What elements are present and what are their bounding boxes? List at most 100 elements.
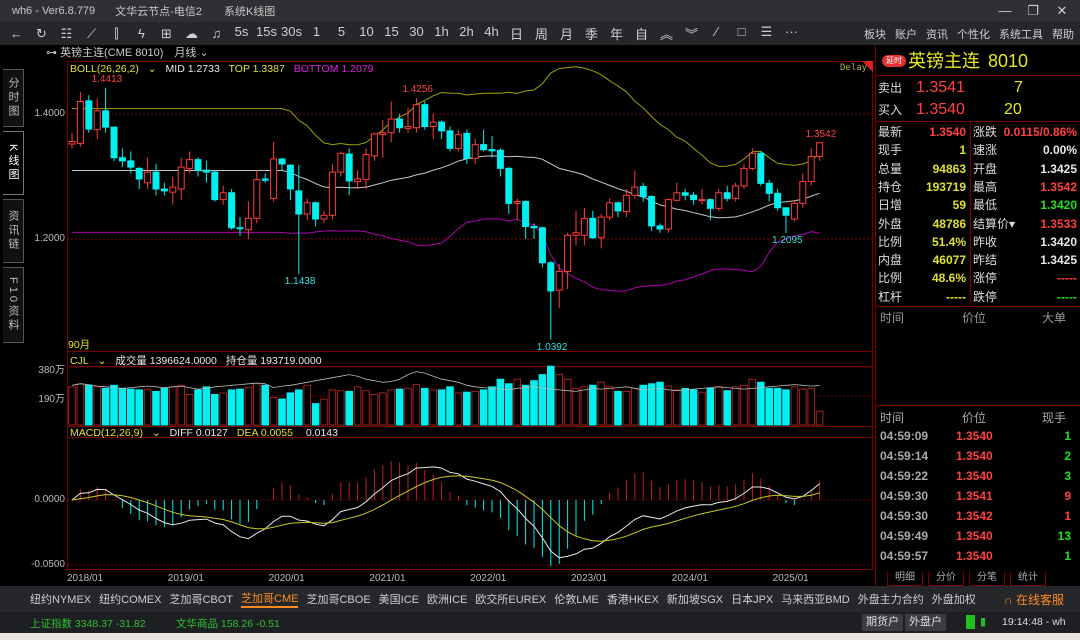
tab-timeshare[interactable]: 分时图 [3,69,24,127]
period-14[interactable]: 季 [579,24,604,43]
exchange-tab[interactable]: 马来西亚BMD [781,591,849,607]
stat-label: 昨结 [973,253,998,268]
volume-bar [538,374,547,426]
double-down-icon[interactable]: ︾ [679,24,704,43]
restore-button[interactable]: ❐ [1018,0,1048,22]
stat-value: ----- [1057,271,1077,286]
menu-item[interactable]: 资讯 [926,26,948,42]
exchange-tab[interactable]: 纽约COMEX [99,591,161,607]
period-16[interactable]: 自 [629,24,654,43]
period-10[interactable]: 4h [479,24,504,43]
volume-bar [404,387,412,426]
tick-time: 04:59:09 [880,429,929,443]
side-tabs: 分时图 K线图 资讯链 F10资料 [0,61,24,570]
menu-item[interactable]: 个性化 [957,26,990,42]
exchange-tab[interactable]: 芝加哥CME [241,590,299,608]
menu-item[interactable]: 帮助 [1052,26,1074,42]
tab-news-chain[interactable]: 资讯链 [3,199,24,263]
exchange-tab[interactable]: 外盘加权 [932,591,976,607]
menu-item[interactable]: 系统工具 [999,26,1043,42]
detail-tab-0[interactable]: 明细 [887,571,923,586]
detail-tab-2[interactable]: 分笔 [969,571,1005,586]
period-0[interactable]: 5s [229,24,254,43]
stat-value: 1.3425 [1040,253,1077,268]
back-arrow-icon[interactable]: ← [4,26,29,42]
exchange-tab[interactable]: 外盘主力合约 [858,591,924,607]
double-up-icon[interactable]: ︽ [654,24,679,43]
period-2[interactable]: 30s [279,24,304,43]
bell-icon[interactable]: ♫ [204,26,229,42]
period-1[interactable]: 15s [254,24,279,43]
kline-chart[interactable] [67,61,873,570]
period-11[interactable]: 日 [504,24,529,43]
period-7[interactable]: 30 [404,24,429,43]
exchange-tab[interactable]: 欧洲ICE [427,591,467,607]
more-icon[interactable]: ··· [779,24,804,43]
list-icon[interactable]: ☷ [54,26,79,42]
menu-item[interactable]: 板块 [864,26,886,42]
candle-body [354,178,362,182]
foreign-account-button[interactable]: 外盘户 [905,614,946,631]
candle-body [295,190,303,215]
candle-body [286,164,294,190]
link-icon[interactable]: ⊶ [46,47,57,59]
period-4[interactable]: 5 [329,24,354,43]
candle-body [454,134,462,149]
draw-line-icon[interactable]: ⁄ [704,24,729,43]
macd-name: MACD(12,26,9) [70,427,143,439]
volume-bar [110,384,118,426]
line-chart-icon[interactable]: ⟋ [79,26,104,42]
exchange-tab[interactable]: 纽约NYMEX [30,591,91,607]
x-axis-tick: 2019/01 [167,573,204,584]
exchange-tab[interactable]: 美国ICE [379,591,419,607]
period-dropdown[interactable]: 月线 ⌄ [174,47,208,59]
detail-tab-3[interactable]: 统计 [1010,571,1046,586]
tab-kline[interactable]: K线图 [3,131,24,195]
period-5[interactable]: 10 [354,24,379,43]
online-support-button[interactable]: ∩ 在线客服 [1004,591,1064,608]
exchange-tab[interactable]: 伦敦LME [554,591,599,607]
rectangle-icon[interactable]: □ [729,24,754,43]
volume-bar [765,387,774,426]
menu-item[interactable]: 账户 [895,26,917,42]
candle-body [85,100,93,130]
volume-bar [143,388,152,426]
delay-label: Delay [840,63,868,73]
exchange-tab[interactable]: 欧交所EUREX [475,591,546,607]
exchange-tab[interactable]: 新加坡SGX [667,591,723,607]
stat-row: 现手 1 速涨 0.00% [876,141,1080,159]
exchange-tab[interactable]: 日本JPX [731,591,773,607]
calculator-icon[interactable]: ⊞ [154,26,179,42]
candle-body [538,227,546,264]
refresh-icon[interactable]: ↻ [29,26,54,42]
exchange-tab[interactable]: 芝加哥CBOE [306,591,370,607]
macd-indicator-selector[interactable]: MACD(12,26,9) ⌄ [70,427,161,439]
period-13[interactable]: 月 [554,24,579,43]
period-15[interactable]: 年 [604,24,629,43]
ask-label: 卖出 [878,81,903,95]
period-6[interactable]: 15 [379,24,404,43]
tab-f10[interactable]: F10资料 [3,267,24,343]
candle-body [816,142,824,157]
detail-tab-1[interactable]: 分价 [928,571,964,586]
close-button[interactable]: ✕ [1047,0,1077,22]
period-12[interactable]: 周 [529,24,554,43]
layout-icon[interactable]: ☰ [754,24,779,43]
cloud-icon[interactable]: ☁ [179,26,204,42]
lightning-icon[interactable]: ϟ [129,26,154,42]
period-3[interactable]: 1 [304,24,329,43]
volume-indicator-selector[interactable]: CJL ⌄ [70,355,106,367]
macd-value: 0.0143 [305,427,338,439]
candlestick-icon[interactable]: ⫿ [104,26,129,42]
exchange-tab[interactable]: 香港HKEX [607,591,659,607]
period-8[interactable]: 1h [429,24,454,43]
boll-indicator-selector[interactable]: BOLL(26,26,2) ⌄ [70,63,157,75]
minimize-button[interactable]: — [990,0,1020,22]
stat-label[interactable]: 结算价▾ [973,215,1015,233]
stat-label: 最新 [878,125,903,139]
volume-bar [328,389,337,426]
stat-value: 48.6% [931,271,966,286]
exchange-tab[interactable]: 芝加哥CBOT [169,591,233,607]
period-9[interactable]: 2h [454,24,479,43]
futures-account-button[interactable]: 期货户 [862,614,903,631]
